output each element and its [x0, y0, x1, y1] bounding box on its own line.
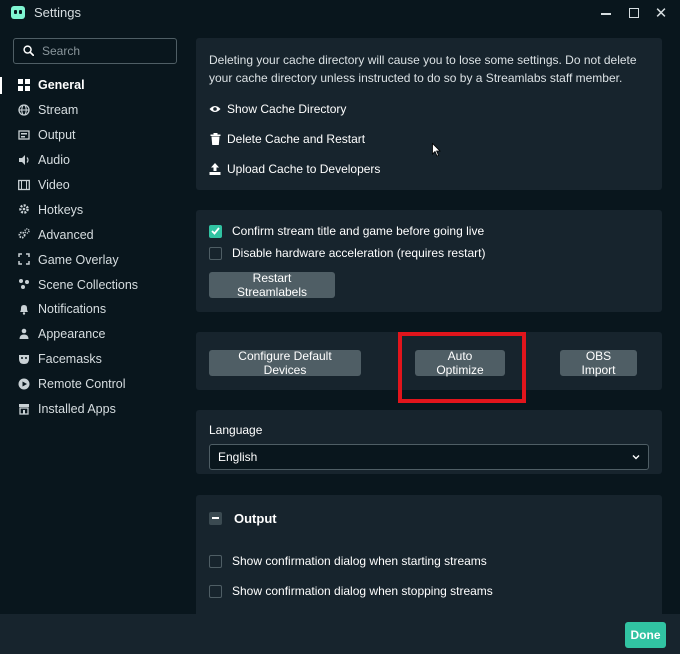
play-circle-icon — [18, 378, 30, 390]
output-section: Output Show confirmation dialog when sta… — [196, 495, 662, 614]
cache-section: Deleting your cache directory will cause… — [196, 38, 662, 190]
gear-icon — [18, 203, 30, 215]
search-icon — [23, 45, 34, 56]
sidebar-item-video[interactable]: Video — [0, 173, 186, 198]
language-label: Language — [209, 423, 263, 437]
delete-cache-label: Delete Cache and Restart — [227, 132, 366, 146]
sidebar-item-label: Video — [38, 178, 70, 192]
confirm-stream-title-checkbox[interactable] — [209, 224, 222, 238]
sidebar-item-label: Notifications — [38, 302, 107, 317]
minimize-icon — [601, 13, 611, 15]
delete-cache-link[interactable]: Delete Cache and Restart — [209, 130, 365, 148]
sidebar-item-label: Remote Control — [38, 377, 126, 392]
confirm-start-stream-checkbox[interactable] — [209, 554, 222, 568]
language-selected-value: English — [218, 450, 258, 464]
show-cache-directory-link[interactable]: Show Cache Directory — [209, 100, 346, 118]
collections-icon — [18, 278, 30, 290]
sidebar-item-label: Stream — [38, 103, 79, 118]
general-options-section: Confirm stream title and game before goi… — [196, 210, 662, 312]
bell-icon — [18, 303, 30, 315]
sidebar-item-label: Advanced — [38, 227, 94, 242]
chevron-down-icon — [632, 455, 640, 460]
film-icon — [18, 179, 30, 191]
sidebar-item-label: Audio — [38, 153, 70, 168]
auto-optimize-button[interactable]: Auto Optimize — [415, 349, 505, 377]
mouse-cursor-icon — [432, 143, 441, 157]
sidebar-item-label: Appearance — [38, 327, 106, 342]
eye-icon — [209, 103, 221, 115]
mask-icon — [18, 353, 30, 365]
confirm-start-stream-option[interactable]: Show confirmation dialog when starting s… — [209, 552, 487, 570]
sidebar-item-label: Output — [38, 128, 76, 143]
upload-cache-link[interactable]: Upload Cache to Developers — [209, 160, 380, 178]
cogs-icon — [18, 228, 30, 240]
sidebar-item-advanced[interactable]: Advanced — [0, 222, 186, 247]
sidebar-item-general[interactable]: General — [0, 73, 186, 98]
sidebar-item-notifications[interactable]: Notifications — [0, 297, 186, 322]
language-section: Language English — [196, 410, 662, 474]
settings-content: Deleting your cache directory will cause… — [186, 26, 680, 614]
upload-cache-label: Upload Cache to Developers — [227, 162, 381, 176]
checkmark-icon — [211, 227, 220, 235]
streamlabs-logo-icon — [11, 6, 25, 19]
grid-icon — [18, 79, 30, 91]
close-icon: ✕ — [654, 5, 668, 22]
done-button[interactable]: Done — [625, 622, 666, 648]
language-select[interactable]: English — [209, 444, 649, 470]
sidebar-item-facemasks[interactable]: Facemasks — [0, 347, 186, 372]
sidebar-item-installed-apps[interactable]: Installed Apps — [0, 397, 186, 422]
output-section-header[interactable]: Output — [209, 509, 277, 527]
confirm-stop-stream-option[interactable]: Show confirmation dialog when stopping s… — [209, 582, 493, 600]
window-title: Settings — [34, 5, 81, 20]
store-icon — [18, 403, 30, 415]
sidebar-item-label: Scene Collections — [38, 277, 139, 292]
confirm-stop-stream-label: Show confirmation dialog when stopping s… — [232, 584, 493, 598]
sidebar-item-label: Facemasks — [38, 352, 102, 367]
sidebar-item-label: Hotkeys — [38, 202, 84, 217]
collapse-icon[interactable] — [209, 511, 222, 525]
cache-warning-text: Deleting your cache directory will cause… — [209, 53, 637, 85]
search-box[interactable] — [13, 38, 177, 64]
disable-hw-accel-checkbox[interactable] — [209, 246, 222, 260]
upload-icon — [209, 163, 221, 175]
sidebar-item-audio[interactable]: Audio — [0, 148, 186, 173]
sidebar-item-output[interactable]: Output — [0, 123, 186, 148]
sidebar-item-label: Game Overlay — [38, 252, 119, 267]
settings-sidebar: General Stream Output Audio Video — [0, 26, 186, 614]
overlay-icon — [18, 253, 30, 265]
title-bar: Settings ✕ — [0, 0, 680, 26]
obs-import-button[interactable]: OBS Import — [560, 349, 637, 377]
configure-default-devices-button[interactable]: Configure Default Devices — [209, 349, 361, 377]
maximize-icon — [629, 8, 639, 18]
globe-icon — [18, 104, 30, 116]
settings-footer: Done — [0, 614, 680, 654]
trash-icon — [209, 133, 221, 145]
disable-hw-accel-option[interactable]: Disable hardware acceleration (requires … — [209, 244, 485, 262]
person-icon — [18, 328, 30, 340]
output-icon — [18, 129, 30, 141]
confirm-stream-title-option[interactable]: Confirm stream title and game before goi… — [209, 222, 484, 240]
sidebar-item-label: General — [38, 78, 85, 93]
confirm-stream-title-label: Confirm stream title and game before goi… — [232, 224, 485, 238]
show-cache-directory-label: Show Cache Directory — [227, 102, 347, 116]
disable-hw-accel-label: Disable hardware acceleration (requires … — [232, 246, 486, 260]
search-input[interactable] — [40, 42, 170, 60]
sidebar-item-hotkeys[interactable]: Hotkeys — [0, 197, 186, 222]
sidebar-item-label: Installed Apps — [38, 402, 116, 417]
maximize-button[interactable] — [622, 2, 646, 24]
setup-tools-section: Configure Default Devices Auto Optimize … — [196, 332, 662, 390]
confirm-stop-stream-checkbox[interactable] — [209, 584, 222, 598]
sidebar-item-stream[interactable]: Stream — [0, 98, 186, 123]
settings-nav: General Stream Output Audio Video Hotkey… — [0, 73, 186, 421]
sidebar-item-scene-collections[interactable]: Scene Collections — [0, 272, 186, 297]
sidebar-item-remote-control[interactable]: Remote Control — [0, 372, 186, 397]
minimize-button[interactable] — [594, 2, 618, 24]
sidebar-item-appearance[interactable]: Appearance — [0, 322, 186, 347]
restart-streamlabels-button[interactable]: Restart Streamlabels — [209, 271, 335, 299]
output-section-title: Output — [234, 510, 277, 526]
speaker-icon — [18, 154, 30, 166]
confirm-start-stream-label: Show confirmation dialog when starting s… — [232, 554, 487, 568]
sidebar-item-game-overlay[interactable]: Game Overlay — [0, 247, 186, 272]
close-button[interactable]: ✕ — [649, 2, 673, 24]
